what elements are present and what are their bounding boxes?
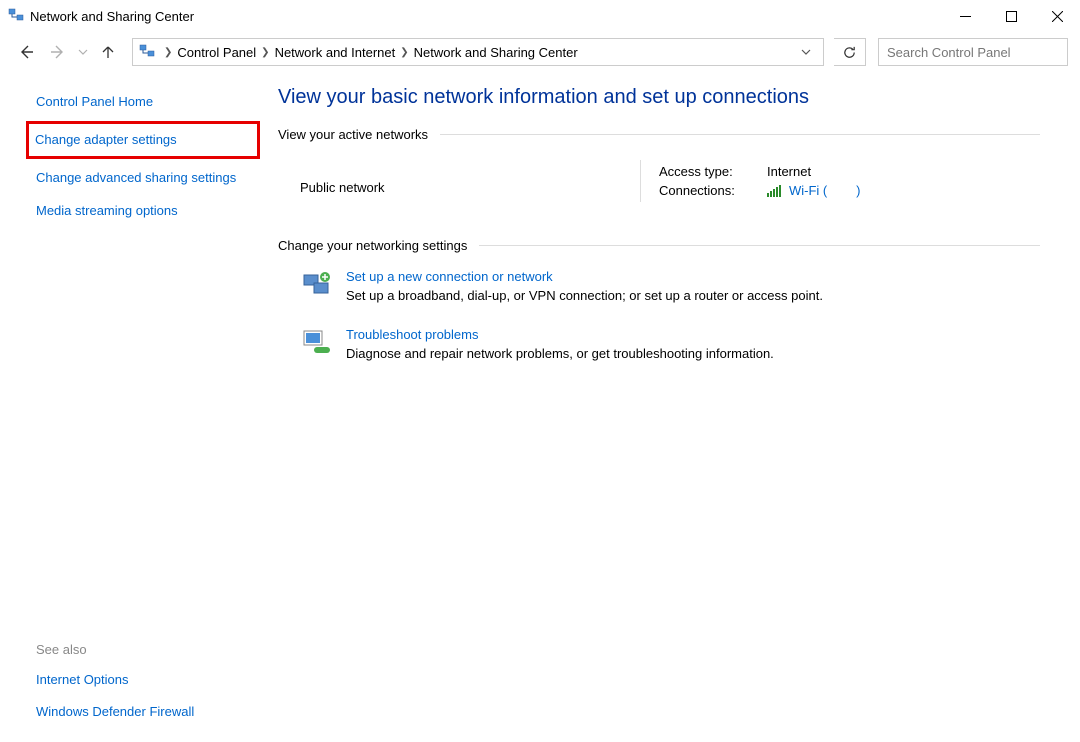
- new-connection-icon: [300, 269, 332, 301]
- connections-label: Connections:: [659, 183, 767, 198]
- refresh-button[interactable]: [834, 38, 866, 66]
- titlebar: Network and Sharing Center: [0, 0, 1080, 32]
- setting-troubleshoot: Troubleshoot problems Diagnose and repai…: [278, 319, 1040, 377]
- active-network-block: Public network Access type: Internet Con…: [278, 150, 1040, 222]
- sidebar-link-adapter-settings[interactable]: Change adapter settings: [26, 121, 260, 159]
- sidebar: Control Panel Home Change adapter settin…: [0, 72, 260, 742]
- setting-new-connection: Set up a new connection or network Set u…: [278, 261, 1040, 319]
- connection-link[interactable]: Wi-Fi ( ): [789, 183, 861, 198]
- maximize-button[interactable]: [988, 0, 1034, 32]
- search-input[interactable]: [887, 45, 1063, 60]
- address-bar[interactable]: ❯ Control Panel ❯ Network and Internet ❯…: [132, 38, 824, 66]
- section-header-text: View your active networks: [278, 127, 428, 142]
- breadcrumb-part[interactable]: Network and Internet: [275, 45, 396, 60]
- forward-button[interactable]: [44, 38, 72, 66]
- section-header-change: Change your networking settings: [278, 238, 1040, 253]
- setting-desc: Set up a broadband, dial-up, or VPN conn…: [346, 288, 823, 303]
- section-header-text: Change your networking settings: [278, 238, 467, 253]
- up-button[interactable]: [94, 38, 122, 66]
- access-type-value: Internet: [767, 164, 811, 179]
- page-title: View your basic network information and …: [278, 86, 1040, 109]
- search-box[interactable]: [878, 38, 1068, 66]
- chevron-right-icon[interactable]: ❯: [164, 47, 172, 58]
- back-button[interactable]: [12, 38, 40, 66]
- minimize-button[interactable]: [942, 0, 988, 32]
- navbar: ❯ Control Panel ❯ Network and Internet ❯…: [0, 32, 1080, 72]
- network-sharing-icon: [8, 8, 24, 24]
- address-dropdown[interactable]: [795, 45, 817, 60]
- wifi-signal-icon: [767, 185, 783, 197]
- setting-desc: Diagnose and repair network problems, or…: [346, 346, 774, 361]
- setting-title[interactable]: Troubleshoot problems: [346, 327, 774, 342]
- main-pane: View your basic network information and …: [260, 72, 1080, 742]
- breadcrumb-part[interactable]: Network and Sharing Center: [414, 45, 578, 60]
- section-header-active: View your active networks: [278, 127, 1040, 142]
- content: Control Panel Home Change adapter settin…: [0, 72, 1080, 742]
- breadcrumb-part[interactable]: Control Panel: [177, 45, 256, 60]
- window-controls: [942, 0, 1080, 32]
- close-button[interactable]: [1034, 0, 1080, 32]
- setting-title[interactable]: Set up a new connection or network: [346, 269, 823, 284]
- chevron-right-icon[interactable]: ❯: [261, 47, 269, 58]
- network-sharing-icon: [139, 44, 155, 60]
- window-title: Network and Sharing Center: [30, 9, 942, 24]
- sidebar-link-firewall[interactable]: Windows Defender Firewall: [36, 696, 260, 728]
- sidebar-link-advanced-sharing[interactable]: Change advanced sharing settings: [36, 162, 260, 194]
- see-also-heading: See also: [36, 635, 260, 664]
- sidebar-link-internet-options[interactable]: Internet Options: [36, 664, 260, 696]
- network-type: Public network: [300, 160, 640, 202]
- sidebar-link-home[interactable]: Control Panel Home: [36, 86, 260, 118]
- access-type-label: Access type:: [659, 164, 767, 179]
- sidebar-link-media-streaming[interactable]: Media streaming options: [36, 195, 260, 227]
- troubleshoot-icon: [300, 327, 332, 359]
- chevron-right-icon[interactable]: ❯: [400, 47, 408, 58]
- recent-locations-dropdown[interactable]: [76, 38, 90, 66]
